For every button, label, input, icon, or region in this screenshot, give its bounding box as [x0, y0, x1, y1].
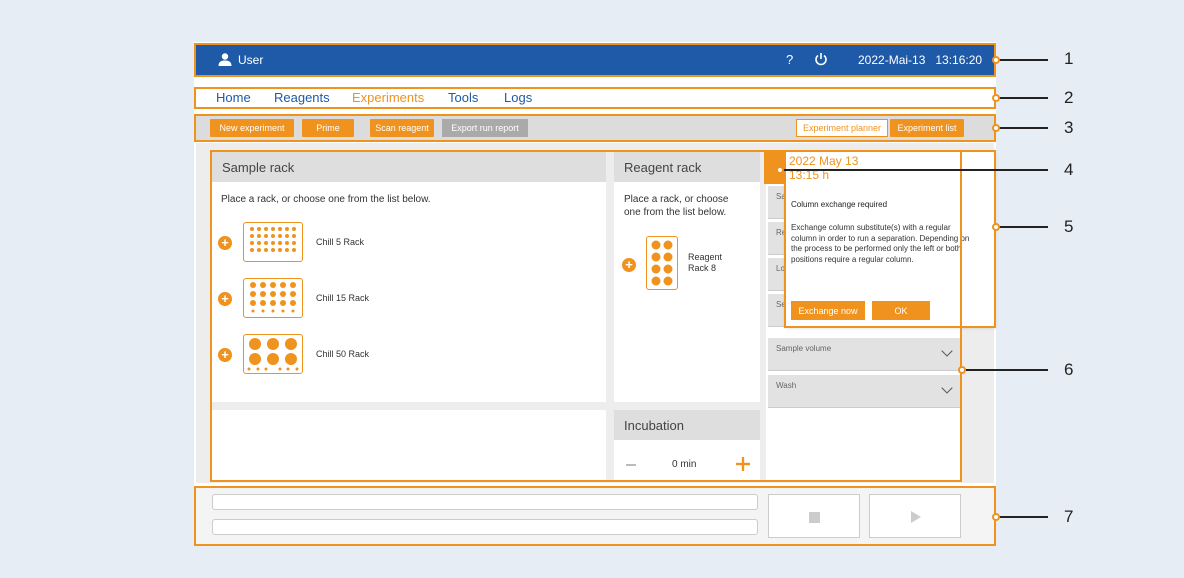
callout-dot-6	[958, 366, 966, 374]
callout-number-1: 1	[1064, 49, 1074, 68]
callout-dot-2	[992, 94, 1000, 102]
callout-line-6	[962, 369, 1048, 371]
highlight-frame-3	[194, 114, 996, 142]
callout-number-6: 6	[1064, 360, 1074, 379]
callout-number-4: 4	[1064, 160, 1074, 179]
callout-line-4	[780, 169, 1048, 171]
callout-dot-5	[992, 223, 1000, 231]
callout-line-2	[996, 97, 1048, 99]
callout-line-3	[996, 127, 1048, 129]
callout-dot-3	[992, 124, 1000, 132]
callout-line-1	[996, 59, 1048, 61]
callout-number-3: 3	[1064, 118, 1074, 137]
callout-dot-1	[992, 56, 1000, 64]
callout-line-5	[996, 226, 1048, 228]
callout-number-7: 7	[1064, 507, 1074, 526]
highlight-frame-1	[194, 43, 996, 77]
highlight-frame-7	[194, 486, 996, 546]
callout-number-2: 2	[1064, 88, 1074, 107]
callout-number-5: 5	[1064, 217, 1074, 236]
highlight-frame-6	[210, 150, 962, 482]
callout-dot-7	[992, 513, 1000, 521]
callout-line-7	[996, 516, 1048, 518]
callout-dot-4	[776, 166, 784, 174]
highlight-frame-2	[194, 87, 996, 109]
